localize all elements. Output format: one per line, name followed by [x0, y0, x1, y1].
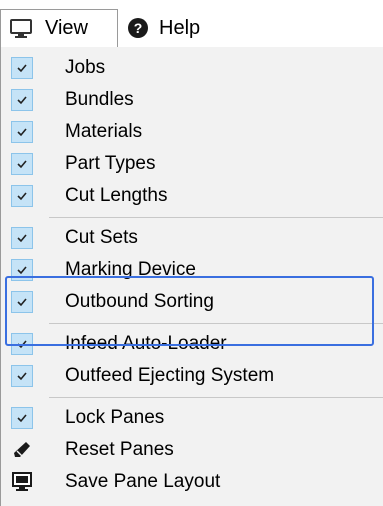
- checkmark-icon: [11, 121, 33, 143]
- checkmark-icon: [11, 89, 33, 111]
- menu-separator: [49, 217, 383, 218]
- svg-text:?: ?: [134, 20, 143, 36]
- menu-item-label: Cut Sets: [65, 227, 138, 248]
- menu-item-label: Reset Panes: [65, 439, 174, 460]
- menu-item-label: Infeed Auto-Loader: [65, 333, 227, 354]
- menu-item-save-pane-layout[interactable]: Save Pane Layout: [1, 467, 383, 499]
- checkmark-icon: [11, 227, 33, 249]
- menu-help[interactable]: ? Help: [123, 9, 200, 47]
- monitor-save-icon: [11, 471, 33, 493]
- menu-item-infeed-auto-loader[interactable]: Infeed Auto-Loader: [1, 329, 383, 361]
- menu-item-materials[interactable]: Materials: [1, 117, 383, 149]
- menu-item-label: Bundles: [65, 89, 134, 110]
- checkmark-icon: [11, 185, 33, 207]
- checkmark-icon: [11, 57, 33, 79]
- checkmark-icon: [11, 365, 33, 387]
- menu-item-marking-device[interactable]: Marking Device: [1, 255, 383, 287]
- menu-item-jobs[interactable]: Jobs: [1, 53, 383, 85]
- checkmark-icon: [11, 333, 33, 355]
- menu-item-label: Lock Panes: [65, 407, 165, 428]
- help-circle-icon: ?: [127, 17, 149, 39]
- menu-item-cut-sets[interactable]: Cut Sets: [1, 223, 383, 255]
- menu-item-label: Outbound Sorting: [65, 291, 214, 312]
- menu-item-label: Save Pane Layout: [65, 471, 221, 492]
- monitor-icon: [9, 18, 33, 40]
- eraser-icon: [11, 439, 33, 461]
- menu-item-label: Part Types: [65, 153, 156, 174]
- menu-item-label: Outfeed Ejecting System: [65, 365, 275, 386]
- menu-item-label: Materials: [65, 121, 143, 142]
- menu-help-label: Help: [159, 16, 201, 39]
- menu-separator: [49, 397, 383, 398]
- menu-view-label: View: [45, 17, 88, 39]
- menu-separator: [49, 323, 383, 324]
- menu-item-outbound-sorting[interactable]: Outbound Sorting: [1, 287, 383, 319]
- menu-item-reset-panes[interactable]: Reset Panes: [1, 435, 383, 467]
- menu-item-part-types[interactable]: Part Types: [1, 149, 383, 181]
- menu-item-cut-lengths[interactable]: Cut Lengths: [1, 181, 383, 213]
- menu-item-lock-panes[interactable]: Lock Panes: [1, 403, 383, 435]
- view-dropdown-menu: Jobs Bundles Materials Part Types Cut Le…: [0, 47, 383, 506]
- menu-item-label: Marking Device: [65, 259, 196, 280]
- menu-view[interactable]: View: [0, 9, 118, 47]
- menu-item-outfeed-ejecting-system[interactable]: Outfeed Ejecting System: [1, 361, 383, 393]
- checkmark-icon: [11, 153, 33, 175]
- menu-bar: View ? Help: [0, 0, 383, 50]
- checkmark-icon: [11, 291, 33, 313]
- menu-item-bundles[interactable]: Bundles: [1, 85, 383, 117]
- checkmark-icon: [11, 407, 33, 429]
- menu-item-label: Jobs: [65, 57, 106, 78]
- menu-item-label: Cut Lengths: [65, 185, 168, 206]
- checkmark-icon: [11, 259, 33, 281]
